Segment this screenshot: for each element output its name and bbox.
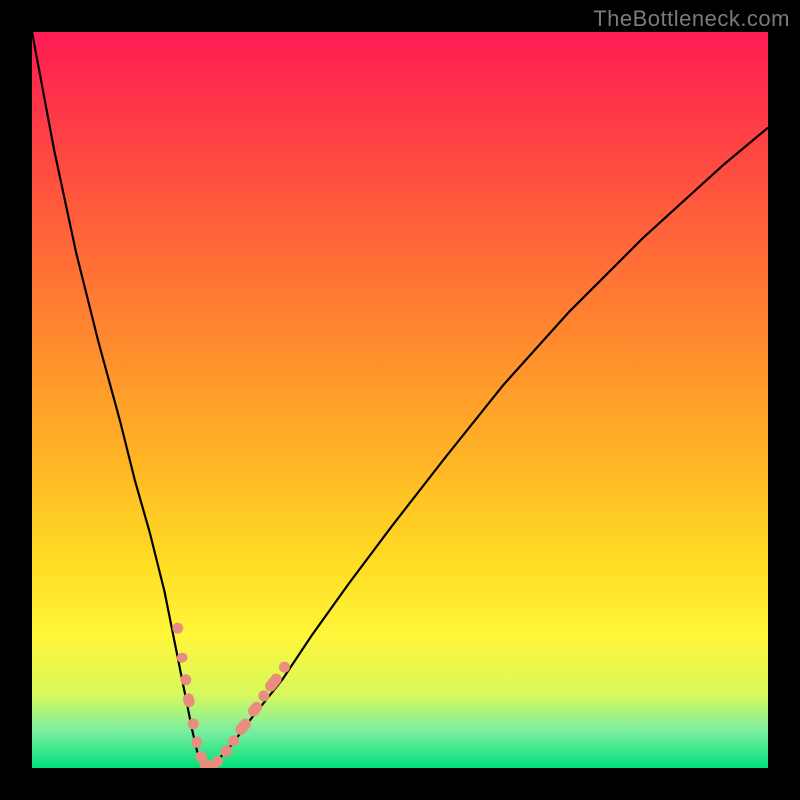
data-marker-pill bbox=[182, 692, 196, 708]
data-marker-dot bbox=[212, 756, 223, 767]
data-marker-dot bbox=[228, 735, 239, 746]
data-marker-dot bbox=[258, 690, 269, 701]
chart-svg bbox=[32, 32, 768, 768]
plot-area bbox=[32, 32, 768, 768]
data-marker-dot bbox=[279, 662, 290, 673]
data-marker-dot bbox=[188, 718, 199, 729]
data-marker-dot bbox=[191, 737, 202, 748]
watermark-text: TheBottleneck.com bbox=[593, 6, 790, 32]
data-marker-dot bbox=[172, 623, 183, 634]
data-marker-pill bbox=[246, 699, 265, 718]
bottleneck-curve bbox=[32, 32, 768, 768]
chart-frame: TheBottleneck.com bbox=[0, 0, 800, 800]
data-marker-dot bbox=[180, 674, 191, 685]
